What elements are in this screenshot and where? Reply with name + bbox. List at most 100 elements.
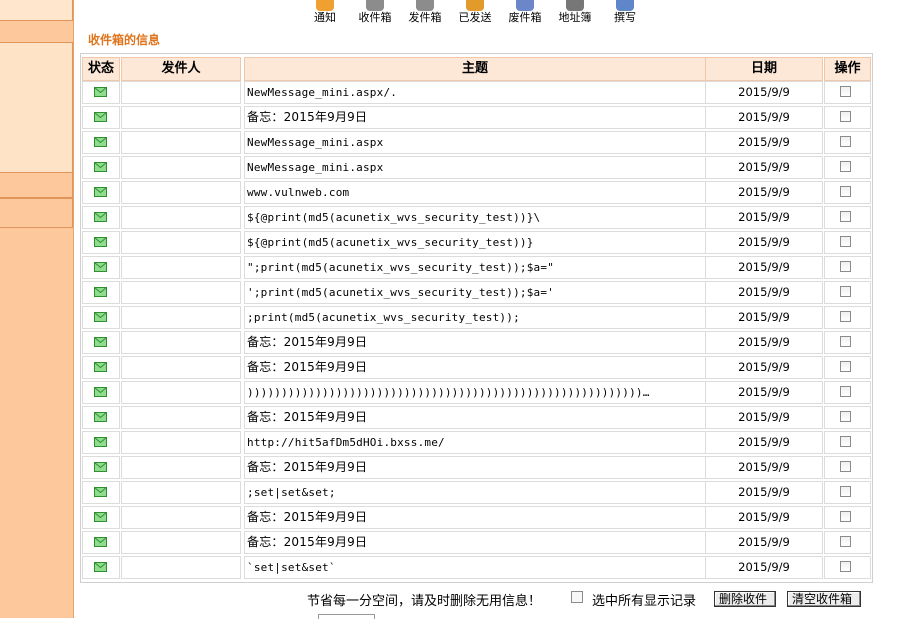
delete-inbox-button[interactable]: 删除收件 [714, 591, 776, 607]
row-select-checkbox[interactable] [840, 286, 851, 297]
subject-link[interactable]: ';print(md5(acunetix_wvs_security_test))… [244, 281, 706, 304]
subject-link[interactable]: 备忘：2015年9月9日 [244, 506, 706, 529]
envelope-icon[interactable] [94, 362, 107, 372]
envelope-icon[interactable] [94, 462, 107, 472]
envelope-icon[interactable] [94, 237, 107, 247]
row-select-checkbox[interactable] [840, 161, 851, 172]
action-cell [824, 206, 871, 229]
row-select-checkbox[interactable] [840, 461, 851, 472]
envelope-icon[interactable] [94, 187, 107, 197]
date-cell: 2015/9/9 [705, 81, 823, 104]
subject-link[interactable]: 备忘：2015年9月9日 [244, 331, 706, 354]
subject-link[interactable]: www.vulnweb.com [244, 181, 706, 204]
sender-cell [121, 206, 241, 229]
envelope-icon[interactable] [94, 512, 107, 522]
envelope-icon[interactable] [94, 287, 107, 297]
row-select-checkbox[interactable] [840, 211, 851, 222]
envelope-icon[interactable] [94, 537, 107, 547]
subject-link[interactable]: NewMessage_mini.aspx [244, 156, 706, 179]
table-row[interactable]: 备忘：2015年9月9日 2015/9/9 [82, 455, 871, 480]
toolbar-item-address-book[interactable]: 地址簿 [550, 0, 600, 28]
row-select-checkbox[interactable] [840, 336, 851, 347]
row-select-checkbox[interactable] [840, 561, 851, 572]
table-row[interactable]: 备忘：2015年9月9日 2015/9/9 [82, 330, 871, 355]
table-row[interactable]: 备忘：2015年9月9日 2015/9/9 [82, 355, 871, 380]
table-row[interactable]: ))))))))))))))))))))))))))))))))))))))))… [82, 380, 871, 405]
toolbar-item-trash[interactable]: 废件箱 [500, 0, 550, 28]
subject-link[interactable]: `set|set&set` [244, 556, 706, 579]
row-select-checkbox[interactable] [840, 436, 851, 447]
subject-link[interactable]: 备忘：2015年9月9日 [244, 106, 706, 129]
outbox-icon [416, 0, 434, 11]
subject-link[interactable]: 备忘：2015年9月9日 [244, 356, 706, 379]
envelope-icon[interactable] [94, 262, 107, 272]
table-row[interactable]: ${@print(md5(acunetix_wvs_security_test)… [82, 205, 871, 230]
envelope-icon[interactable] [94, 487, 107, 497]
table-row[interactable]: http://hit5afDm5dHOi.bxss.me/2015/9/9 [82, 430, 871, 455]
subject-link[interactable]: ${@print(md5(acunetix_wvs_security_test)… [244, 231, 706, 254]
row-select-checkbox[interactable] [840, 411, 851, 422]
row-select-checkbox[interactable] [840, 111, 851, 122]
envelope-icon[interactable] [94, 212, 107, 222]
sent-icon [466, 0, 484, 11]
envelope-icon[interactable] [94, 337, 107, 347]
subject-link[interactable]: 备忘：2015年9月9日 [244, 456, 706, 479]
row-select-checkbox[interactable] [840, 486, 851, 497]
envelope-icon[interactable] [94, 137, 107, 147]
subject-link[interactable]: 备忘：2015年9月9日 [244, 406, 706, 429]
toolbar-item-compose[interactable]: 撰写 [600, 0, 650, 28]
envelope-icon[interactable] [94, 437, 107, 447]
envelope-icon[interactable] [94, 112, 107, 122]
envelope-icon[interactable] [94, 387, 107, 397]
table-row[interactable]: ;set|set&set; 2015/9/9 [82, 480, 871, 505]
header-date: 日期 [705, 57, 823, 81]
subject-link[interactable]: ))))))))))))))))))))))))))))))))))))))))… [244, 381, 706, 404]
envelope-icon[interactable] [94, 87, 107, 97]
row-select-checkbox[interactable] [840, 361, 851, 372]
envelope-icon[interactable] [94, 562, 107, 572]
table-row[interactable]: NewMessage_mini.aspx 2015/9/9 [82, 130, 871, 155]
row-select-checkbox[interactable] [840, 311, 851, 322]
row-select-checkbox[interactable] [840, 136, 851, 147]
table-row[interactable]: `set|set&set` 2015/9/9 [82, 555, 871, 580]
envelope-icon[interactable] [94, 412, 107, 422]
table-row[interactable]: ;print(md5(acunetix_wvs_security_test));… [82, 305, 871, 330]
table-row[interactable]: 备忘：2015年9月9日 2015/9/9 [82, 505, 871, 530]
subject-link[interactable]: ";print(md5(acunetix_wvs_security_test))… [244, 256, 706, 279]
row-select-checkbox[interactable] [840, 511, 851, 522]
subject-link[interactable]: NewMessage_mini.aspx/. [244, 81, 706, 104]
table-row[interactable]: ';print(md5(acunetix_wvs_security_test))… [82, 280, 871, 305]
row-select-checkbox[interactable] [840, 186, 851, 197]
subject-link[interactable]: NewMessage_mini.aspx [244, 131, 706, 154]
status-cell [82, 406, 120, 429]
row-select-checkbox[interactable] [840, 536, 851, 547]
select-all-checkbox[interactable] [571, 591, 583, 603]
table-row[interactable]: ${@print(md5(acunetix_wvs_security_test)… [82, 230, 871, 255]
clear-inbox-button[interactable]: 清空收件箱 [787, 591, 861, 607]
status-cell [82, 81, 120, 104]
toolbar-item-inbox[interactable]: 收件箱 [350, 0, 400, 28]
table-row[interactable]: ";print(md5(acunetix_wvs_security_test))… [82, 255, 871, 280]
subject-link[interactable]: ;set|set&set; [244, 481, 706, 504]
row-select-checkbox[interactable] [840, 386, 851, 397]
table-row[interactable]: 备忘：2015年9月9日 2015/9/9 [82, 105, 871, 130]
status-cell [82, 356, 120, 379]
row-select-checkbox[interactable] [840, 261, 851, 272]
table-row[interactable]: www.vulnweb.com 2015/9/9 [82, 180, 871, 205]
table-row[interactable]: NewMessage_mini.aspx 2015/9/9 [82, 155, 871, 180]
toolbar-item-outbox[interactable]: 发件箱 [400, 0, 450, 28]
table-row[interactable]: NewMessage_mini.aspx/. 2015/9/9 [82, 80, 871, 105]
envelope-icon[interactable] [94, 312, 107, 322]
envelope-icon[interactable] [94, 162, 107, 172]
toolbar-item-notice[interactable]: 通知 [300, 0, 350, 28]
subject-link[interactable]: 备忘：2015年9月9日 [244, 531, 706, 554]
subject-link[interactable]: http://hit5afDm5dHOi.bxss.me/ [244, 431, 706, 454]
toolbar-item-sent[interactable]: 已发送 [450, 0, 500, 28]
row-select-checkbox[interactable] [840, 86, 851, 97]
table-row[interactable]: 备忘：2015年9月9日 2015/9/9 [82, 405, 871, 430]
trash-icon [516, 0, 534, 11]
subject-link[interactable]: ;print(md5(acunetix_wvs_security_test)); [244, 306, 706, 329]
table-row[interactable]: 备忘：2015年9月9日 2015/9/9 [82, 530, 871, 555]
row-select-checkbox[interactable] [840, 236, 851, 247]
subject-link[interactable]: ${@print(md5(acunetix_wvs_security_test)… [244, 206, 706, 229]
